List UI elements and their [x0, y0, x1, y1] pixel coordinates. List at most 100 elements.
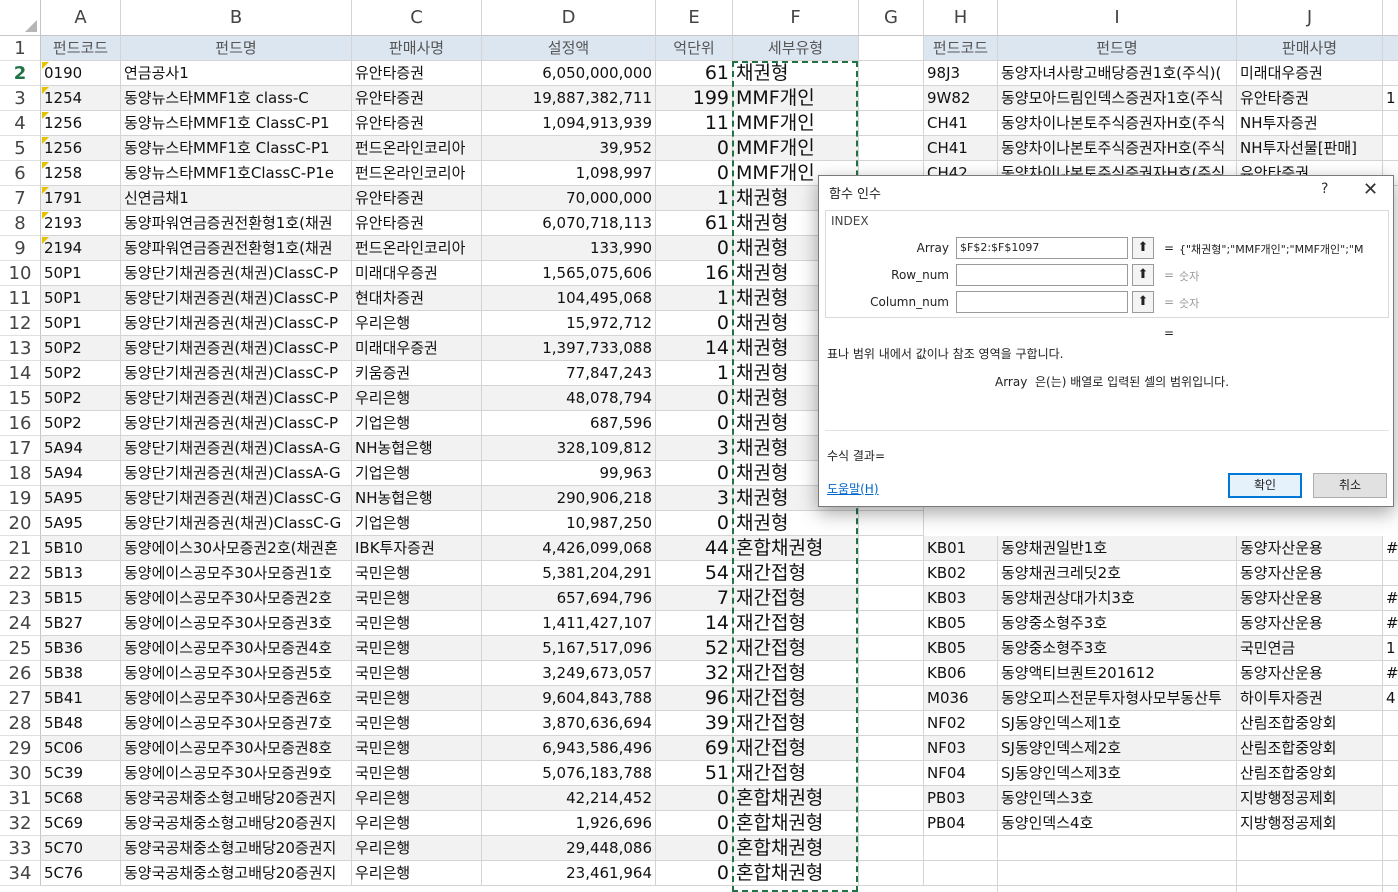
row-header[interactable]: 25 — [0, 636, 41, 661]
cell[interactable]: 지방행정공제회 — [1237, 786, 1383, 811]
cell[interactable]: SJ동양인덱스제3호 — [998, 761, 1237, 786]
cell[interactable]: 0 — [656, 161, 733, 186]
column-header[interactable]: D — [482, 0, 656, 36]
cell[interactable]: # — [1383, 536, 1398, 561]
row-header[interactable]: 5 — [0, 136, 41, 161]
cell[interactable] — [1383, 886, 1398, 892]
cell[interactable]: 동양뉴스타MMF1호 class-C — [121, 86, 352, 111]
cell[interactable] — [998, 886, 1237, 892]
row-header[interactable]: 28 — [0, 711, 41, 736]
cell[interactable]: 39 — [656, 711, 733, 736]
cell[interactable]: 61 — [656, 211, 733, 236]
cell[interactable] — [1383, 61, 1398, 86]
cell[interactable]: 혼합채권형 — [733, 836, 859, 861]
cell[interactable]: 5C76 — [41, 861, 121, 886]
cell[interactable] — [1237, 861, 1383, 886]
cell[interactable]: 동양에이스공모주30사모증권4호 — [121, 636, 352, 661]
collapse-dialog-icon[interactable]: ⬆ — [1132, 291, 1154, 313]
cell[interactable]: 동양자녀사랑고배당증권1호(주식)( — [998, 61, 1237, 86]
cell[interactable]: M036 — [924, 686, 998, 711]
cell[interactable]: 동양국공채중소형고배당20증권지 — [121, 836, 352, 861]
row-header[interactable]: 15 — [0, 386, 41, 411]
cell[interactable]: 48,078,794 — [482, 386, 656, 411]
cell[interactable]: 50P2 — [41, 386, 121, 411]
row-header[interactable]: 27 — [0, 686, 41, 711]
cell[interactable]: 1,397,733,088 — [482, 336, 656, 361]
cell[interactable]: 50P1 — [41, 311, 121, 336]
column-header[interactable]: J — [1237, 0, 1383, 36]
cell[interactable]: 동양국공채중소형고배당20증권지 — [121, 861, 352, 886]
cell[interactable]: 지방행정공제회 — [1237, 811, 1383, 836]
cell[interactable]: 1256 — [41, 136, 121, 161]
cell[interactable]: 재간접형 — [733, 661, 859, 686]
cell[interactable]: 6,050,000,000 — [482, 61, 656, 86]
cell[interactable]: 61 — [656, 61, 733, 86]
cell[interactable]: 동양차이나본토주식증권자H호(주식 — [998, 111, 1237, 136]
cell[interactable]: 50P2 — [41, 411, 121, 436]
cell[interactable]: 동양뉴스타MMF1호ClassC-P1e — [121, 161, 352, 186]
cell[interactable]: 1258 — [41, 161, 121, 186]
cell[interactable]: 0 — [656, 461, 733, 486]
cell[interactable]: 1,411,427,107 — [482, 611, 656, 636]
cell[interactable]: 5,076,183,788 — [482, 761, 656, 786]
cell[interactable]: 펀드온라인코리아 — [352, 161, 482, 186]
cell[interactable]: 5C70 — [41, 836, 121, 861]
cell[interactable]: 0 — [656, 511, 733, 536]
cell[interactable] — [1237, 836, 1383, 861]
cell[interactable]: SJ동양인덱스제2호 — [998, 736, 1237, 761]
cell[interactable]: 5B27 — [41, 611, 121, 636]
cell[interactable]: 동양국공채중소형고배당20증권지 — [121, 811, 352, 836]
cell[interactable]: 2193 — [41, 211, 121, 236]
cell[interactable]: 신연금채1 — [121, 186, 352, 211]
cell[interactable]: 5C69 — [41, 811, 121, 836]
cell[interactable]: 1,926,696 — [482, 811, 656, 836]
column-num-input[interactable] — [956, 291, 1128, 313]
cell[interactable]: 70,000,000 — [482, 186, 656, 211]
cell[interactable] — [859, 761, 924, 786]
cell[interactable] — [859, 861, 924, 886]
cell[interactable] — [859, 36, 924, 61]
cell[interactable]: 0 — [656, 236, 733, 261]
cell[interactable]: 5,167,517,096 — [482, 636, 656, 661]
cell[interactable]: 동양단기채권증권(채권)ClassC-P — [121, 286, 352, 311]
row-header[interactable]: 29 — [0, 736, 41, 761]
cell[interactable]: 미래대우증권 — [352, 261, 482, 286]
cell[interactable] — [859, 61, 924, 86]
cell[interactable]: 동양단기채권증권(채권)ClassC-G — [121, 511, 352, 536]
cell[interactable]: 0 — [656, 811, 733, 836]
cell[interactable]: 1,098,997 — [482, 161, 656, 186]
cell[interactable]: 5A94 — [41, 436, 121, 461]
cell[interactable]: 유안타증권 — [352, 86, 482, 111]
cell[interactable]: 동양채권상대가치3호 — [998, 586, 1237, 611]
cell[interactable] — [859, 736, 924, 761]
cell[interactable]: 동양자산운용 — [1237, 611, 1383, 636]
cell[interactable]: 50P1 — [41, 286, 121, 311]
cell[interactable]: 0 — [656, 386, 733, 411]
cell[interactable]: 0 — [656, 136, 733, 161]
cell[interactable]: 재간접형 — [733, 736, 859, 761]
cell[interactable]: 동양단기채권증권(채권)ClassA-G — [121, 461, 352, 486]
cell[interactable]: 동양단기채권증권(채권)ClassC-G — [121, 486, 352, 511]
cell[interactable]: 재간접형 — [733, 761, 859, 786]
cell[interactable]: 동양자산운용 — [1237, 661, 1383, 686]
column-header[interactable]: C — [352, 0, 482, 36]
cell[interactable]: 96 — [656, 686, 733, 711]
cell[interactable]: 동양자산운용 — [1237, 586, 1383, 611]
cell[interactable]: 국민은행 — [352, 711, 482, 736]
cell[interactable] — [1383, 836, 1398, 861]
cell[interactable]: 14 — [656, 336, 733, 361]
cell[interactable]: SJ동양인덱스제1호 — [998, 711, 1237, 736]
row-header[interactable]: 6 — [0, 161, 41, 186]
cell[interactable]: 3 — [656, 436, 733, 461]
cell[interactable] — [1383, 736, 1398, 761]
cancel-button[interactable]: 취소 — [1313, 473, 1387, 498]
cell[interactable]: 11 — [656, 111, 733, 136]
cell[interactable]: 우리은행 — [352, 786, 482, 811]
cell[interactable] — [1383, 36, 1398, 61]
cell[interactable] — [924, 836, 998, 861]
column-title-cell[interactable]: 펀드명 — [998, 36, 1237, 61]
cell[interactable] — [1383, 561, 1398, 586]
cell[interactable]: 14 — [656, 611, 733, 636]
cell[interactable]: 290,906,218 — [482, 486, 656, 511]
cell[interactable] — [924, 861, 998, 886]
